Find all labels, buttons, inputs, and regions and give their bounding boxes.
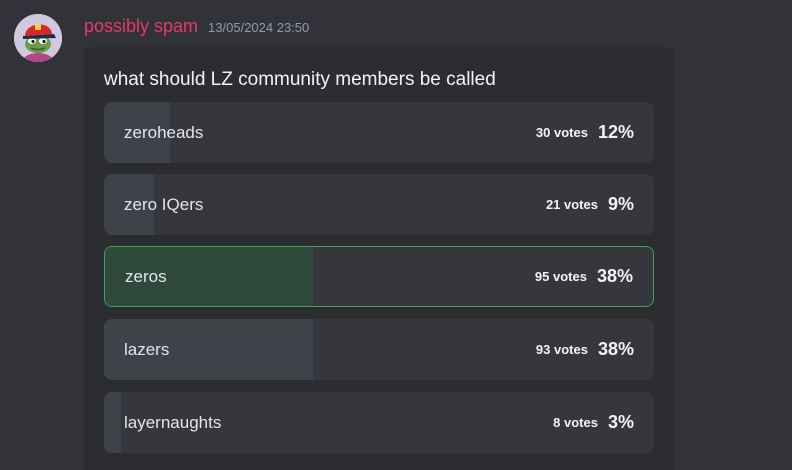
answer-label: layernaughts bbox=[124, 412, 222, 432]
answer-percent: 3% bbox=[607, 412, 634, 432]
answer-votes: 21 votes bbox=[545, 197, 598, 212]
answer-label: lazers bbox=[124, 339, 170, 359]
poll-card: what should LZ community members be call… bbox=[84, 47, 674, 470]
answer-stats: 8 votes 3% bbox=[553, 392, 634, 453]
answer-stats: 30 votes 12% bbox=[536, 102, 634, 163]
poll-answer-lazers[interactable]: lazers 93 votes 38% bbox=[104, 319, 654, 380]
answer-votes: 95 votes bbox=[534, 269, 587, 284]
answer-votes: 8 votes bbox=[553, 415, 598, 430]
poll-answer-zeroheads[interactable]: zeroheads 30 votes 12% bbox=[104, 102, 654, 163]
answer-percent: 38% bbox=[596, 266, 633, 286]
message-header: possibly spam 13/05/2024 23:50 bbox=[84, 14, 309, 38]
answer-votes: 93 votes bbox=[535, 342, 588, 357]
poll-answer-layernaughts[interactable]: layernaughts 8 votes 3% bbox=[104, 392, 654, 453]
answer-stats: 95 votes 38% bbox=[535, 247, 633, 306]
answer-label: zeros bbox=[125, 266, 167, 286]
avatar[interactable] bbox=[14, 14, 62, 62]
poll-answer-zeros[interactable]: zeros 95 votes 38% bbox=[104, 246, 654, 307]
answer-stats: 21 votes 9% bbox=[546, 174, 634, 235]
poll-question: what should LZ community members be call… bbox=[104, 69, 496, 90]
answer-votes: 30 votes bbox=[535, 125, 588, 140]
answer-percent: 9% bbox=[607, 194, 634, 214]
answer-stats: 93 votes 38% bbox=[536, 319, 634, 380]
answer-label: zeroheads bbox=[124, 122, 204, 142]
poll-answer-zero-iqers[interactable]: zero IQers 21 votes 9% bbox=[104, 174, 654, 235]
answer-percent: 38% bbox=[597, 339, 634, 359]
answer-fill-bar bbox=[104, 392, 121, 453]
chat-message: possibly spam 13/05/2024 23:50 what shou… bbox=[0, 0, 792, 470]
username[interactable]: possibly spam bbox=[84, 14, 198, 38]
timestamp: 13/05/2024 23:50 bbox=[208, 20, 310, 35]
answer-label: zero IQers bbox=[124, 194, 204, 214]
answer-percent: 12% bbox=[597, 122, 634, 142]
red-cap-frog-avatar-icon bbox=[14, 14, 62, 62]
